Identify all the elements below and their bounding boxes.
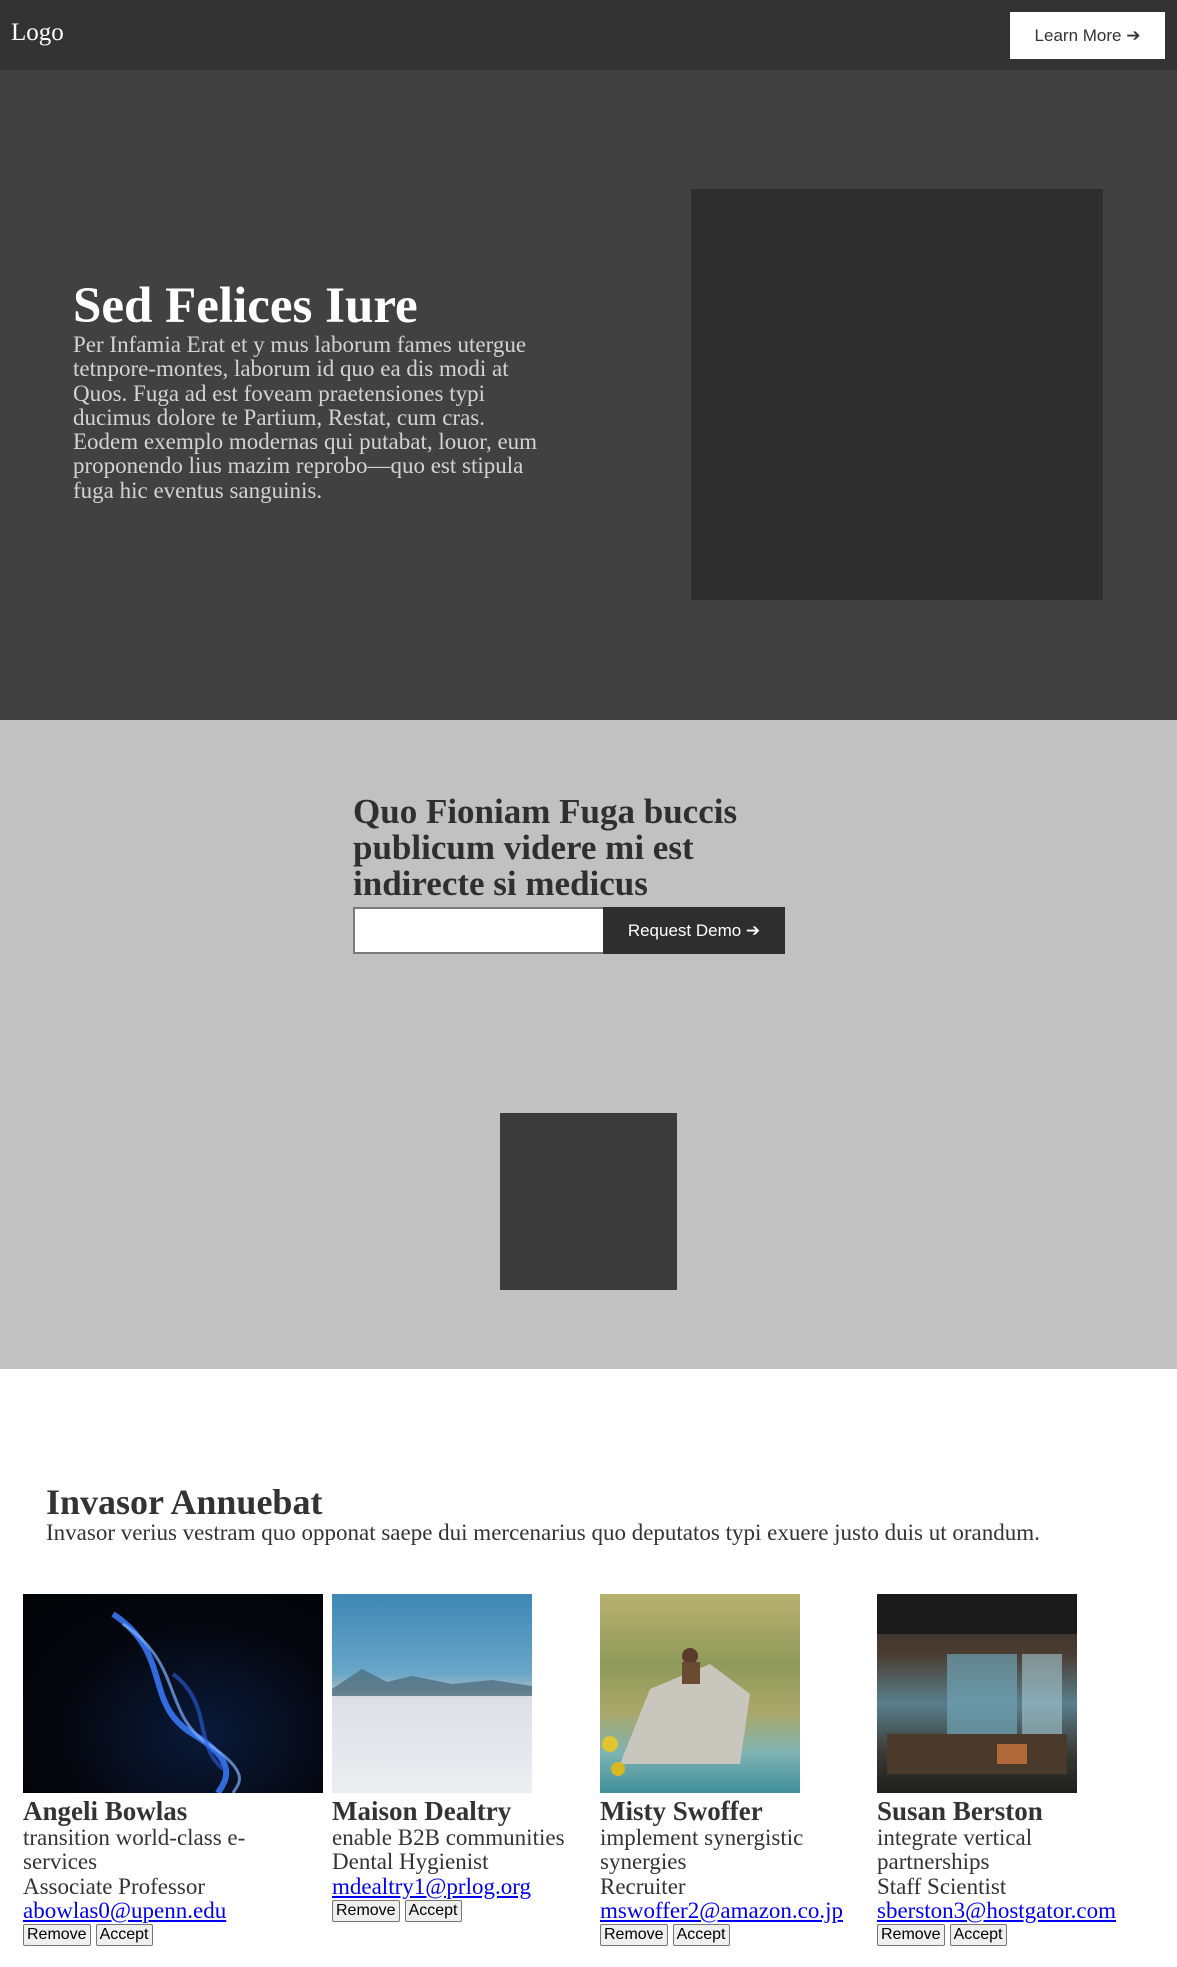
accept-button[interactable]: Accept: [672, 1924, 730, 1947]
member-actions: Remove Accept: [877, 1924, 1167, 1947]
member-name: Maison Dealtry: [332, 1796, 512, 1826]
team-subtitle: Invasor verius vestram quo opponat saepe…: [46, 1520, 1040, 1545]
member-name: Angeli Bowlas: [23, 1796, 188, 1826]
member-tagline: transition world-class e-services: [23, 1825, 246, 1875]
member-email-link[interactable]: mswoffer2@amazon.co.jp: [600, 1898, 870, 1923]
workshop-photo: [877, 1594, 1077, 1793]
remove-button[interactable]: Remove: [23, 1924, 91, 1947]
team-card: Susan Berston integrate vertical partner…: [877, 1594, 1167, 1947]
member-email-link[interactable]: sberston3@hostgator.com: [877, 1898, 1167, 1923]
member-name: Susan Berston: [877, 1796, 1043, 1826]
accept-button[interactable]: Accept: [949, 1924, 1007, 1947]
member-role: Dental Hygienist: [332, 1849, 489, 1875]
member-role: Associate Professor: [23, 1873, 206, 1899]
logo[interactable]: Logo: [11, 18, 64, 48]
rock-illustration: [602, 1648, 750, 1776]
remove-button[interactable]: Remove: [600, 1924, 668, 1947]
hero-title: Sed Felices Iure: [73, 278, 418, 334]
member-actions: Remove Accept: [23, 1924, 323, 1947]
remove-button[interactable]: Remove: [877, 1924, 945, 1947]
member-tagline: implement synergistic synergies: [600, 1825, 804, 1875]
hero-text: Per Infamia Erat et y mus laborum fames …: [73, 332, 538, 503]
member-role: Recruiter: [600, 1873, 686, 1899]
member-email-link[interactable]: abowlas0@upenn.edu: [23, 1898, 323, 1923]
mountain-illustration: [332, 1669, 532, 1696]
accept-button[interactable]: Accept: [404, 1899, 462, 1922]
request-demo-button[interactable]: Request Demo ➔: [603, 907, 785, 954]
member-actions: Remove Accept: [600, 1924, 870, 1947]
team-title: Invasor Annuebat: [46, 1482, 323, 1522]
top-navbar: Logo Learn More ➔: [0, 0, 1177, 70]
member-tagline: integrate vertical partnerships: [877, 1825, 1033, 1875]
remove-button[interactable]: Remove: [332, 1899, 400, 1922]
hero-image-placeholder: [691, 189, 1103, 600]
team-card: Maison Dealtry enable B2B communities De…: [332, 1594, 572, 1922]
blue-smoke-photo: [23, 1594, 323, 1793]
team-card: Angeli Bowlas transition world-class e-s…: [23, 1594, 323, 1947]
member-role: Staff Scientist: [877, 1873, 1007, 1899]
salt-flat-photo: [332, 1594, 532, 1793]
smoke-illustration: [111, 1611, 241, 1793]
cta-section: Quo Fioniam Fuga buccis publicum videre …: [0, 720, 1177, 1369]
team-card: Misty Swoffer implement synergistic syne…: [600, 1594, 870, 1947]
hero-section: Sed Felices Iure Per Infamia Erat et y m…: [0, 70, 1177, 720]
cta-image-placeholder: [500, 1113, 677, 1290]
email-input[interactable]: [353, 907, 604, 954]
accept-button[interactable]: Accept: [95, 1924, 153, 1947]
lake-rock-photo: [600, 1594, 800, 1793]
member-email-link[interactable]: mdealtry1@prlog.org: [332, 1874, 572, 1899]
learn-more-button[interactable]: Learn More ➔: [1010, 12, 1165, 59]
cta-title: Quo Fioniam Fuga buccis publicum videre …: [353, 792, 738, 903]
member-tagline: enable B2B communities: [332, 1825, 565, 1850]
member-actions: Remove Accept: [332, 1899, 572, 1922]
workshop-illustration: [877, 1594, 1077, 1774]
member-name: Misty Swoffer: [600, 1796, 763, 1826]
